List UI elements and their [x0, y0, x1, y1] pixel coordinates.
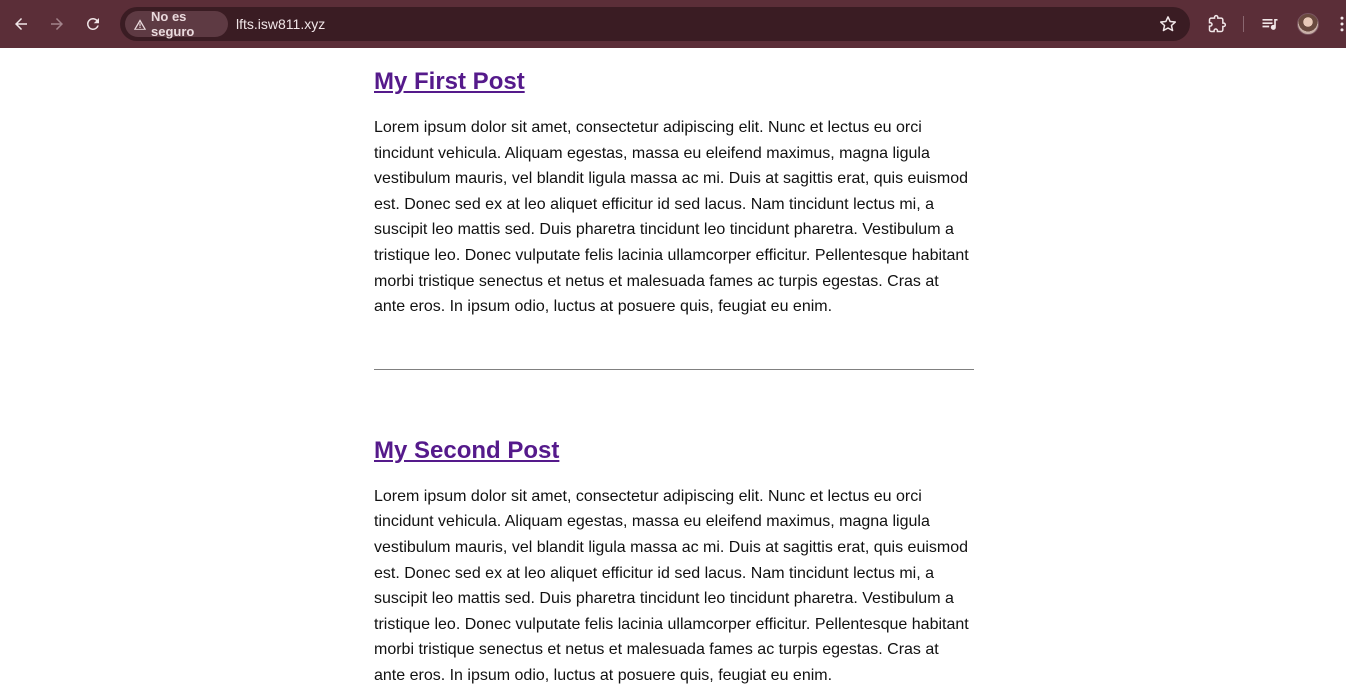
security-indicator[interactable]: No es seguro — [125, 9, 228, 39]
puzzle-icon — [1208, 14, 1227, 33]
star-icon — [1159, 16, 1177, 32]
post-title-link[interactable]: My First Post — [374, 68, 525, 95]
post-divider — [374, 368, 974, 370]
back-button[interactable] — [5, 8, 37, 40]
post-title-link[interactable]: My Second Post — [374, 437, 559, 464]
profile-avatar[interactable] — [1297, 13, 1319, 35]
warning-icon — [133, 18, 147, 30]
bookmark-button[interactable] — [1156, 12, 1180, 36]
extensions-button[interactable] — [1205, 12, 1229, 36]
arrow-right-icon — [51, 18, 63, 30]
media-button[interactable] — [1258, 12, 1282, 36]
post-title: My First Post — [374, 67, 974, 97]
page-content: My First Post Lorem ipsum dolor sit amet… — [374, 48, 974, 689]
post-body: Lorem ipsum dolor sit amet, consectetur … — [374, 119, 969, 316]
post-title: My Second Post — [374, 436, 974, 466]
post-article: My Second Post Lorem ipsum dolor sit ame… — [374, 436, 974, 689]
address-bar[interactable]: No es seguro lfts.isw811.xyz — [120, 7, 1190, 41]
queue-music-icon — [1262, 19, 1278, 30]
post-article: My First Post Lorem ipsum dolor sit amet… — [374, 67, 974, 320]
post-body: Lorem ipsum dolor sit amet, consectetur … — [374, 487, 969, 684]
reload-icon — [86, 17, 99, 30]
forward-button[interactable] — [41, 8, 73, 40]
browser-toolbar: No es seguro lfts.isw811.xyz — [0, 0, 1346, 48]
menu-button[interactable] — [1330, 12, 1346, 36]
reload-button[interactable] — [77, 8, 109, 40]
more-vertical-icon — [1340, 16, 1344, 32]
toolbar-divider — [1243, 16, 1244, 32]
security-label: No es seguro — [151, 9, 195, 39]
url-text[interactable]: lfts.isw811.xyz — [236, 16, 325, 32]
arrow-left-icon — [15, 18, 27, 30]
